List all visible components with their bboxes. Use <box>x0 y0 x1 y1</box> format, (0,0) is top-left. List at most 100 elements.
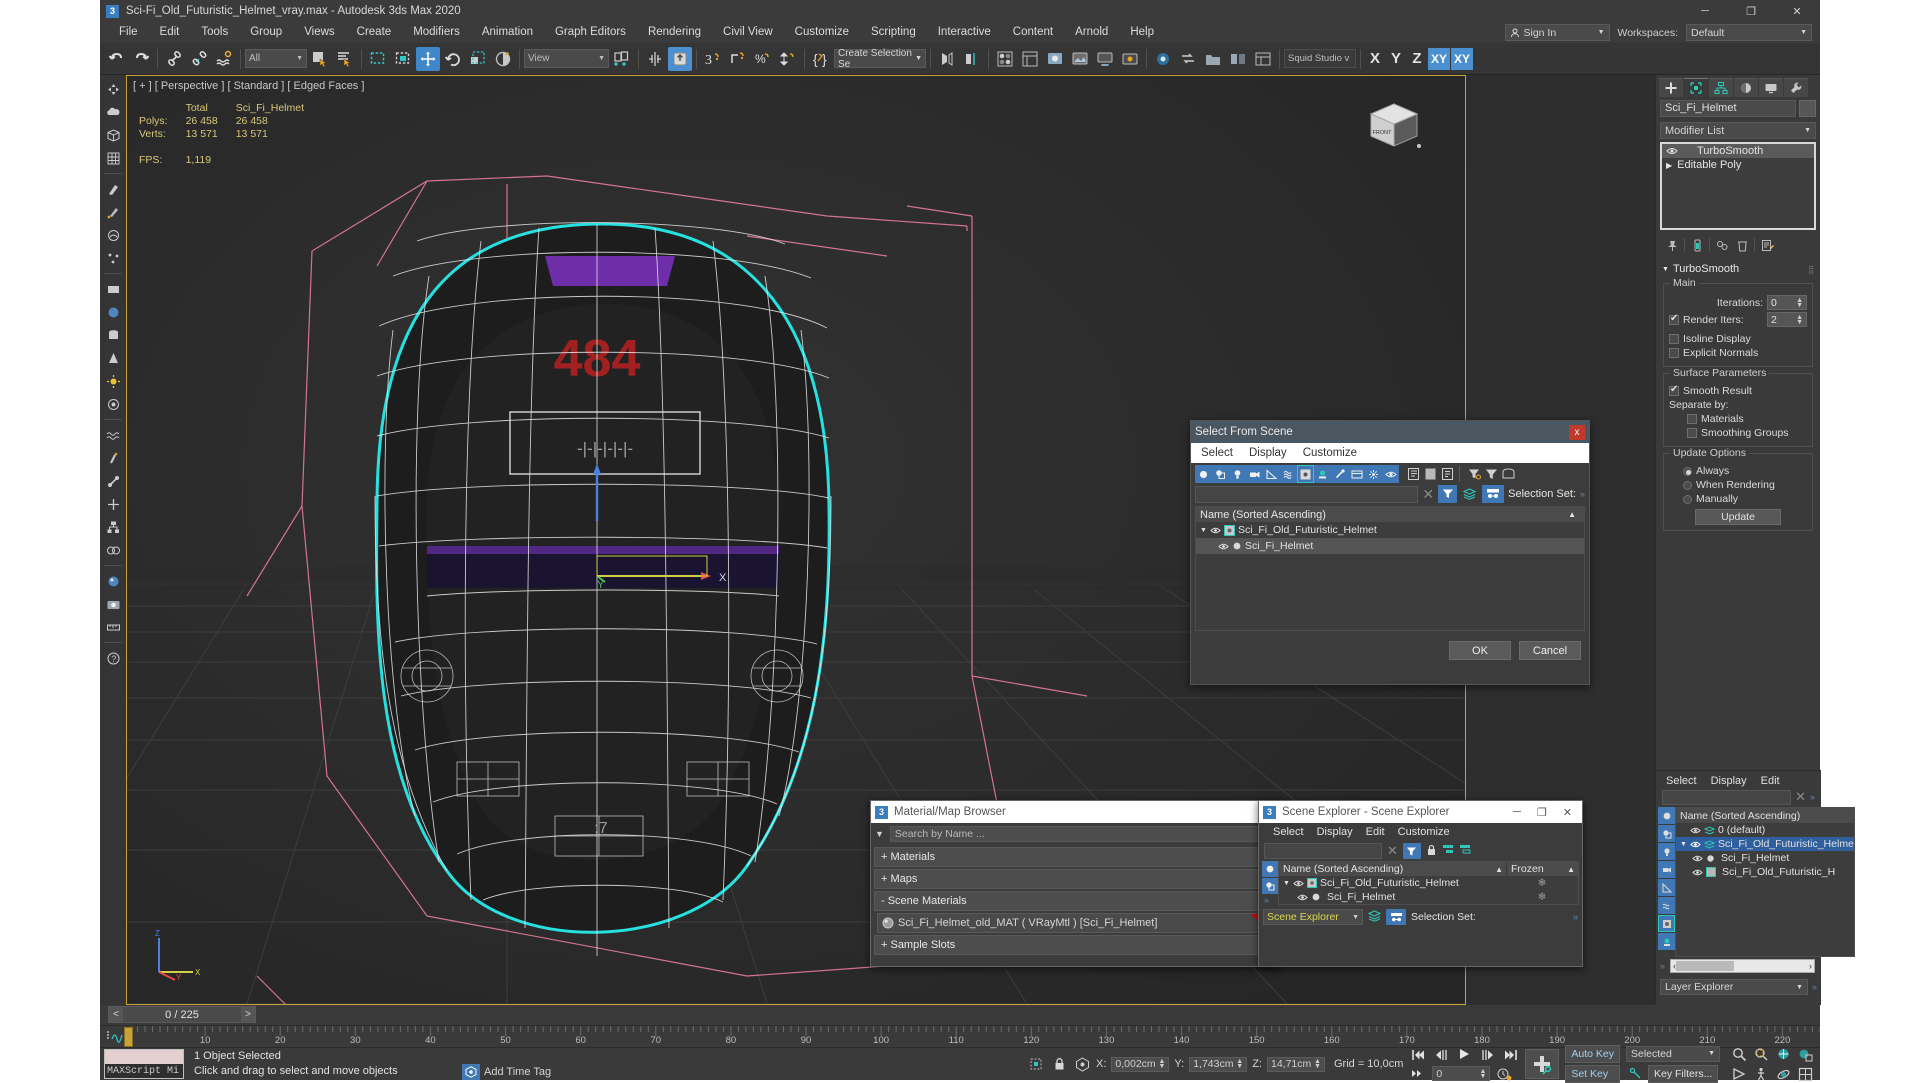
scene-object-list[interactable]: Name (Sorted Ascending) ▲ ▼ Sci_Fi_Old_F… <box>1195 506 1585 631</box>
tab-motion[interactable] <box>1734 78 1758 97</box>
omni-light-icon[interactable] <box>102 370 124 392</box>
tab-utilities[interactable] <box>1784 78 1808 97</box>
select-and-place-icon[interactable] <box>491 47 515 71</box>
always-radio[interactable] <box>1683 466 1692 476</box>
box-primitive-icon[interactable] <box>102 124 124 146</box>
display-detail-icon[interactable] <box>1439 465 1456 483</box>
layer-tree-hscrollbar[interactable]: ‹ › <box>1670 959 1815 973</box>
select-object-icon[interactable] <box>308 47 332 71</box>
modifier-stack-item-editable-poly[interactable]: ▶ Editable Poly <box>1662 158 1814 172</box>
redo-button[interactable] <box>129 47 153 71</box>
mmb-search-input[interactable]: Search by Name ... <box>889 826 1275 842</box>
eye-icon[interactable] <box>1218 542 1229 551</box>
se-menu-select[interactable]: Select <box>1273 826 1304 838</box>
dialog-menu-customize[interactable]: Customize <box>1303 447 1357 459</box>
chevron-down-icon[interactable]: ▼ <box>875 829 884 839</box>
filter-funnel-icon[interactable] <box>1483 465 1500 483</box>
close-button[interactable]: ✕ <box>1774 0 1820 22</box>
axis-constraint-y[interactable]: Y <box>1386 48 1406 70</box>
scene-converter-icon[interactable] <box>1176 47 1200 71</box>
filter-xrefs-icon[interactable] <box>1658 933 1675 950</box>
eye-icon[interactable] <box>1690 840 1701 849</box>
bind-to-space-warp-icon[interactable] <box>212 47 236 71</box>
axis-constraint-plane-cycle[interactable]: XY <box>1451 47 1473 70</box>
layer-explorer-tree[interactable]: Name (Sorted Ascending) 0 (default) ▼ Sc… <box>1675 807 1855 957</box>
filter-reset-icon[interactable] <box>1466 465 1483 483</box>
prev-frame-button[interactable]: < <box>109 1007 123 1022</box>
layer-row-default[interactable]: 0 (default) <box>1676 823 1854 837</box>
se-row-mesh[interactable]: Sci_Fi_Helmet ❄ <box>1279 890 1578 904</box>
menu-customize[interactable]: Customize <box>784 22 860 43</box>
eye-icon[interactable] <box>1210 526 1221 535</box>
x-coordinate-field[interactable]: 0,002cm ▲ ▼ <box>1111 1056 1170 1072</box>
render-iters-checkbox[interactable] <box>1669 313 1679 325</box>
modifier-list-dropdown[interactable]: Modifier List ▼ <box>1660 122 1816 139</box>
rollout-header[interactable]: ▼ TurboSmooth ⣿ <box>1660 261 1816 277</box>
viewport-label[interactable]: [ + ] [ Perspective ] [ Standard ] [ Edg… <box>133 80 364 92</box>
se-close-button[interactable]: ✕ <box>1563 806 1572 819</box>
filter-hidden-icon[interactable] <box>1382 465 1399 483</box>
align-tool-icon[interactable] <box>960 47 984 71</box>
go-to-end-icon[interactable] <box>1501 1046 1519 1063</box>
help-icon[interactable]: ? <box>102 647 124 669</box>
mirror-icon[interactable] <box>643 47 667 71</box>
workspace-dropdown[interactable]: Default ▼ <box>1686 24 1812 41</box>
filter-geometry-icon[interactable] <box>1195 465 1212 483</box>
when-rendering-radio[interactable] <box>1683 480 1692 490</box>
modifier-stack[interactable]: TurboSmooth ▶ Editable Poly <box>1660 142 1816 230</box>
menu-civil-view[interactable]: Civil View <box>712 22 784 43</box>
menu-tools[interactable]: Tools <box>190 22 239 43</box>
overflow-chevron-icon[interactable]: » <box>1580 489 1585 499</box>
eye-icon[interactable] <box>1690 826 1701 835</box>
filter-bones-icon[interactable] <box>1331 465 1348 483</box>
eye-icon[interactable] <box>1297 893 1308 902</box>
spinner-arrows-icon[interactable]: ▲ ▼ <box>1796 314 1803 326</box>
absolute-relative-mode-icon[interactable] <box>1073 1056 1091 1073</box>
scene-explorer-window[interactable]: 3 Scene Explorer - Scene Explorer ─ ❐ ✕ … <box>1258 800 1583 967</box>
render-iterative-icon[interactable] <box>1118 47 1142 71</box>
collapse-arrow-icon[interactable]: ▼ <box>1283 880 1290 887</box>
se-menu-display[interactable]: Display <box>1317 826 1353 838</box>
isoline-display-checkbox[interactable] <box>1669 334 1679 344</box>
spinner-arrows-icon[interactable]: ▲ ▼ <box>1236 1058 1243 1070</box>
menu-animation[interactable]: Animation <box>471 22 544 43</box>
dialog-menu-select[interactable]: Select <box>1201 447 1233 459</box>
menu-content[interactable]: Content <box>1002 22 1064 43</box>
cloud-icon[interactable] <box>102 101 124 123</box>
measure-icon[interactable] <box>102 616 124 638</box>
modifier-stack-item-turbosmooth[interactable]: TurboSmooth <box>1662 144 1814 158</box>
wave-modifier-icon[interactable] <box>102 424 124 446</box>
menu-file[interactable]: File <box>108 22 149 43</box>
rendered-frame-window-icon[interactable] <box>1068 47 1092 71</box>
set-key-toggle-button[interactable]: Set Key <box>1565 1065 1620 1083</box>
filter-helpers-icon[interactable] <box>1658 879 1675 896</box>
mmb-section-scene-materials[interactable]: - Scene Materials <box>874 891 1276 911</box>
render-setup-icon[interactable] <box>1043 47 1067 71</box>
key-mode-toggle-icon[interactable] <box>1409 1065 1427 1082</box>
se-frozen-cell[interactable]: ❄ <box>1506 890 1578 904</box>
render-preview-icon[interactable] <box>102 570 124 592</box>
filter-xrefs-icon[interactable] <box>1314 465 1331 483</box>
named-selection-set-dropdown[interactable]: Create Selection Se ▼ <box>834 48 926 70</box>
eye-icon[interactable] <box>1692 868 1703 877</box>
time-slider-handle[interactable] <box>124 1027 133 1047</box>
layer-menu-edit[interactable]: Edit <box>1761 775 1780 787</box>
maximize-button[interactable]: ❐ <box>1728 0 1774 22</box>
time-slider[interactable]: < 0 / 225 > <box>108 1006 256 1023</box>
expand-arrow-icon[interactable]: ▶ <box>1666 161 1672 170</box>
reference-coordinate-dropdown[interactable]: View ▼ <box>524 49 609 68</box>
display-blank-icon[interactable] <box>1422 465 1439 483</box>
pan-icon[interactable] <box>102 78 124 100</box>
sort-ascending-icon[interactable]: ▲ <box>1567 865 1578 874</box>
se-column-name[interactable]: Name (Sorted Ascending) ▲ <box>1279 862 1506 876</box>
se-column-frozen[interactable]: Frozen ▲ <box>1506 862 1578 876</box>
ok-button[interactable]: OK <box>1449 641 1511 660</box>
scrollbar-thumb[interactable] <box>1676 961 1735 971</box>
z-coordinate-field[interactable]: 14,71cm ▲ ▼ <box>1266 1056 1325 1072</box>
render-iters-spinner[interactable]: 2 ▲ ▼ <box>1767 312 1807 327</box>
menu-create[interactable]: Create <box>346 22 403 43</box>
sign-in-dropdown[interactable]: Sign In ▼ <box>1504 24 1610 41</box>
dialog-menu-display[interactable]: Display <box>1249 447 1287 459</box>
track-bar[interactable]: 10 20 30 40 50 60 70 80 90 100 110 120 130 140 150 160 1… <box>100 1025 1820 1048</box>
filter-groups-icon[interactable] <box>1297 465 1314 483</box>
